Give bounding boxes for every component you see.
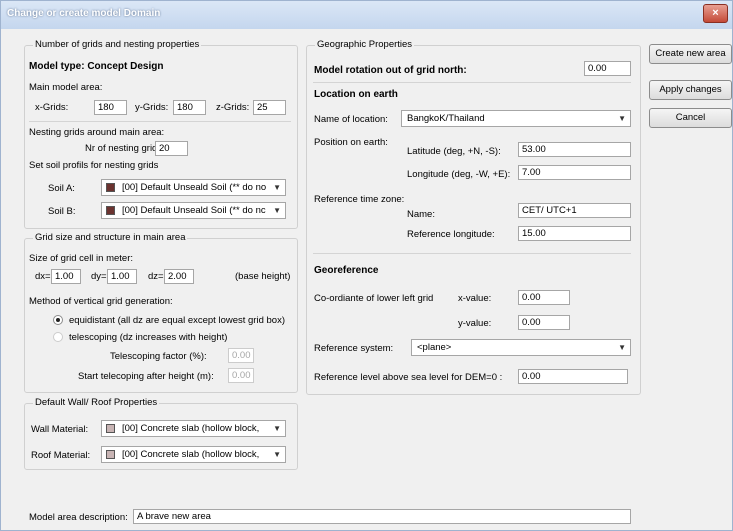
y-value-input[interactable]: 0.00: [518, 315, 570, 330]
geo-legend: Geographic Properties: [315, 39, 415, 50]
chevron-down-icon: ▼: [273, 206, 281, 215]
timezone-name-label: Name:: [407, 209, 435, 220]
wall-material-label: Wall Material:: [31, 424, 89, 435]
telescoping-label: telescoping (dz increases with height): [69, 332, 228, 343]
title-bar: Change or create model Domain ×: [1, 1, 732, 29]
z-grids-label: z-Grids:: [216, 102, 250, 113]
latitude-label: Latitude (deg, +N, -S):: [407, 146, 501, 157]
reference-longitude-input[interactable]: 15.00: [518, 226, 631, 241]
dz-input[interactable]: 2.00: [164, 269, 194, 284]
equidistant-label: equidistant (all dz are equal except low…: [69, 315, 285, 326]
main-area-label: Main model area:: [29, 82, 103, 93]
x-value-label: x-value:: [458, 293, 492, 304]
rotation-label: Model rotation out of grid north:: [314, 65, 467, 76]
georeference-heading: Georeference: [314, 265, 379, 276]
y-grids-input[interactable]: 180: [173, 100, 206, 115]
dy-label: dy=: [91, 271, 107, 282]
telescoping-radio[interactable]: [53, 332, 63, 342]
z-grids-input[interactable]: 25: [253, 100, 286, 115]
cell-size-label: Size of grid cell in meter:: [29, 253, 134, 264]
telescoping-factor-input[interactable]: 0.00: [228, 348, 254, 363]
soil-b-select[interactable]: [00] Default Unseald Soil (** do nc ▼: [101, 202, 286, 219]
description-input[interactable]: A brave new area: [133, 509, 631, 524]
dy-input[interactable]: 1.00: [107, 269, 137, 284]
wall-material-swatch: [106, 424, 115, 433]
x-grids-label: x-Grids:: [35, 102, 69, 113]
grids-separator: [29, 121, 291, 122]
dx-input[interactable]: 1.00: [51, 269, 81, 284]
chevron-down-icon: ▼: [273, 424, 281, 433]
longitude-input[interactable]: 7.00: [518, 165, 631, 180]
nesting-label: Nesting grids around main area:: [29, 127, 165, 138]
equidistant-radio[interactable]: [53, 315, 63, 325]
grid-size-legend: Grid size and structure in main area: [33, 232, 188, 243]
location-select[interactable]: BangkoK/Thailand ▼: [401, 110, 631, 127]
sea-level-label: Reference level above sea level for DEM=…: [314, 372, 503, 383]
location-value: BangkoK/Thailand: [407, 113, 485, 124]
soil-b-swatch: [106, 206, 115, 215]
x-grids-input[interactable]: 180: [94, 100, 127, 115]
soil-b-value: [00] Default Unseald Soil (** do nc: [122, 205, 266, 216]
soil-b-label: Soil B:: [48, 206, 76, 217]
wall-material-select[interactable]: [00] Concrete slab (hollow block, ▼: [101, 420, 286, 437]
apply-changes-button[interactable]: Apply changes: [649, 80, 732, 100]
roof-material-select[interactable]: [00] Concrete slab (hollow block, ▼: [101, 446, 286, 463]
chevron-down-icon: ▼: [273, 183, 281, 192]
geo-separator-1: [313, 82, 631, 83]
chevron-down-icon: ▼: [618, 114, 626, 123]
reference-system-select[interactable]: <plane> ▼: [411, 339, 631, 356]
longitude-label: Longitude (deg, -W, +E):: [407, 169, 511, 180]
location-heading: Location on earth: [314, 89, 398, 100]
dx-label: dx=: [35, 271, 51, 282]
x-value-input[interactable]: 0.00: [518, 290, 570, 305]
method-label: Method of vertical grid generation:: [29, 296, 173, 307]
start-telescoping-label: Start telecoping after height (m):: [78, 371, 214, 382]
soil-a-swatch: [106, 183, 115, 192]
sea-level-input[interactable]: 0.00: [518, 369, 628, 384]
description-label: Model area description:: [29, 512, 128, 523]
roof-material-value: [00] Concrete slab (hollow block,: [122, 449, 260, 460]
start-telescoping-input[interactable]: 0.00: [228, 368, 254, 383]
soil-profiles-label: Set soil profils for nesting grids: [29, 160, 159, 171]
wall-material-value: [00] Concrete slab (hollow block,: [122, 423, 260, 434]
grids-legend: Number of grids and nesting properties: [33, 39, 202, 50]
y-grids-label: y-Grids:: [135, 102, 169, 113]
timezone-name-input[interactable]: CET/ UTC+1: [518, 203, 631, 218]
chevron-down-icon: ▼: [618, 343, 626, 352]
reference-system-value: <plane>: [417, 342, 452, 353]
soil-a-value: [00] Default Unseald Soil (** do no: [122, 182, 267, 193]
rotation-input[interactable]: 0.00: [584, 61, 631, 76]
coordinate-label: Co-ordiante of lower left grid: [314, 293, 434, 304]
window-title: Change or create model Domain: [7, 8, 161, 19]
position-label: Position on earth:: [314, 137, 388, 148]
soil-a-label: Soil A:: [48, 183, 75, 194]
telescoping-factor-label: Telescoping factor (%):: [110, 351, 207, 362]
reference-longitude-label: Reference longitude:: [407, 229, 495, 240]
location-name-label: Name of location:: [314, 114, 388, 125]
soil-a-select[interactable]: [00] Default Unseald Soil (** do no ▼: [101, 179, 286, 196]
nr-nesting-label: Nr of nesting grids:: [85, 143, 165, 154]
create-new-area-button[interactable]: Create new area: [649, 44, 732, 64]
roof-material-swatch: [106, 450, 115, 459]
latitude-input[interactable]: 53.00: [518, 142, 631, 157]
y-value-label: y-value:: [458, 318, 492, 329]
geo-separator-2: [313, 253, 631, 254]
cancel-button[interactable]: Cancel: [649, 108, 732, 128]
timezone-label: Reference time zone:: [314, 194, 405, 205]
chevron-down-icon: ▼: [273, 450, 281, 459]
close-button[interactable]: ×: [703, 4, 728, 23]
base-height-label: (base height): [235, 271, 291, 282]
dz-label: dz=: [148, 271, 164, 282]
model-type-label: Model type: Concept Design: [29, 61, 164, 72]
reference-system-label: Reference system:: [314, 343, 394, 354]
wall-roof-legend: Default Wall/ Roof Properties: [33, 397, 160, 408]
nr-nesting-input[interactable]: 20: [155, 141, 188, 156]
dialog-window: Change or create model Domain × Number o…: [0, 0, 733, 531]
roof-material-label: Roof Material:: [31, 450, 91, 461]
